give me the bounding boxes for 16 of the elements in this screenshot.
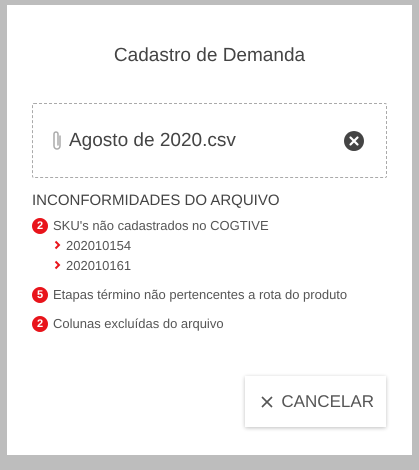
- section-title: INCONFORMIDADES DO ARQUIVO: [32, 192, 281, 209]
- count-badge: 5: [32, 286, 48, 302]
- remove-file-icon[interactable]: [344, 130, 364, 150]
- sku-code: 202010161: [66, 258, 132, 272]
- issue-text: Colunas excluídas do arquivo: [53, 316, 224, 331]
- issue-text: SKU's não cadastrados no COGTIVE: [53, 218, 269, 233]
- file-drop-zone[interactable]: Agosto de 2020.csv: [32, 103, 387, 178]
- count-badge: 2: [32, 218, 48, 234]
- issue-text: Etapas término não pertencentes a rota do produto: [53, 287, 348, 302]
- dialog-title: Cadastro de Demanda: [112, 45, 306, 67]
- file-name: Agosto de 2020.csv: [69, 130, 237, 152]
- paperclip-icon: [51, 130, 63, 152]
- count-badge: 2: [32, 316, 48, 332]
- cancel-button[interactable]: CANCELAR: [245, 376, 386, 427]
- sku-code: 202010154: [66, 238, 132, 252]
- close-icon: [261, 396, 274, 408]
